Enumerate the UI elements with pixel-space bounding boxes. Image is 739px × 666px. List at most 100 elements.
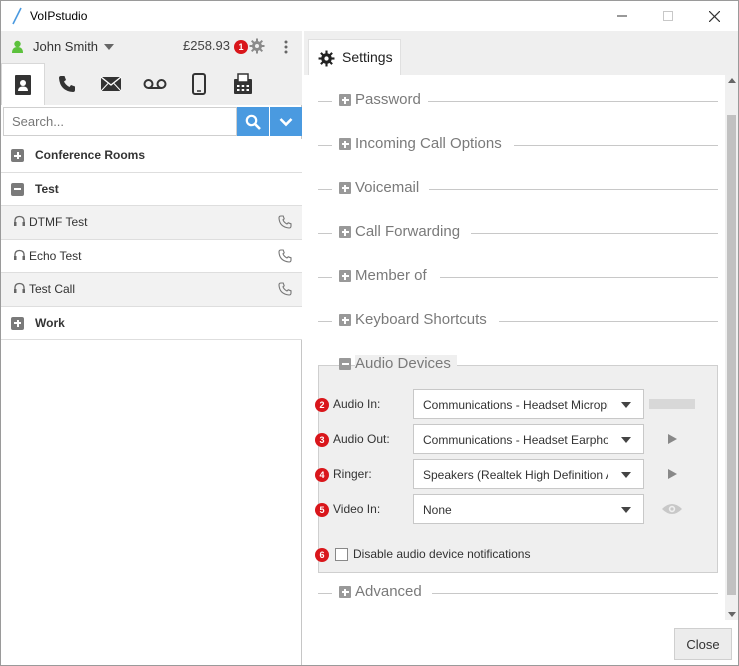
ringer-select[interactable]: Speakers (Realtek High Definition Audio)	[413, 459, 644, 489]
contact-name: Echo Test	[29, 248, 82, 263]
section-title: Audio Devices	[355, 355, 457, 372]
section-incoming-call-options[interactable]: Incoming Call Options	[318, 133, 718, 157]
eye-icon[interactable]	[661, 502, 683, 516]
expand-icon[interactable]	[339, 138, 351, 150]
callout-badge-1: 1	[234, 40, 248, 54]
callout-badge-5: 5	[315, 503, 329, 517]
tab-messages[interactable]	[89, 63, 133, 105]
call-icon[interactable]	[278, 248, 292, 263]
search-icon	[245, 114, 261, 130]
group-row-conference-rooms[interactable]: Conference Rooms	[1, 139, 302, 173]
contact-row-dtmf-test[interactable]: DTMF Test	[1, 206, 302, 240]
window-title: VoIPstudio	[30, 9, 88, 23]
section-voicemail[interactable]: Voicemail	[318, 177, 718, 201]
expand-icon[interactable]	[339, 270, 351, 282]
group-label: Work	[35, 315, 65, 330]
minimize-icon	[617, 15, 627, 17]
scroll-down-icon[interactable]	[728, 612, 736, 617]
tab-settings[interactable]: Settings	[308, 39, 401, 75]
contact-row-echo-test[interactable]: Echo Test	[1, 239, 302, 273]
close-window-button[interactable]	[691, 1, 737, 31]
presence-icon[interactable]	[11, 40, 24, 53]
callout-badge-4: 4	[315, 468, 329, 482]
call-icon[interactable]	[278, 215, 292, 229]
disable-notifications-row: 6 Disable audio device notifications	[315, 546, 719, 566]
section-audio-devices[interactable]: Audio Devices	[318, 353, 718, 377]
expand-icon[interactable]	[339, 94, 351, 106]
audio-out-select[interactable]: Communications - Headset Earphone	[413, 424, 644, 454]
tab-voicemail[interactable]	[133, 63, 177, 105]
expand-icon[interactable]	[11, 149, 24, 162]
section-advanced[interactable]: Advanced	[318, 581, 718, 605]
headset-icon	[14, 249, 25, 260]
chevron-down-icon	[279, 117, 293, 126]
account-balance: £258.93	[183, 38, 230, 53]
play-icon[interactable]	[668, 469, 677, 479]
contact-name: DTMF Test	[29, 215, 88, 229]
app-window: VoIPstudio John Smith £258.93 1 Search..…	[0, 0, 739, 666]
settings-tab-label: Settings	[342, 49, 393, 65]
section-member-of[interactable]: Member of	[318, 265, 718, 289]
ringer-value: Speakers (Realtek High Definition Audio)	[423, 468, 608, 482]
mobile-icon	[192, 73, 206, 95]
search-button[interactable]	[237, 107, 269, 136]
chevron-down-icon	[621, 402, 631, 408]
contact-list: Conference Rooms Test DTMF Test Echo Tes…	[1, 139, 302, 340]
section-password[interactable]: Password	[318, 89, 718, 113]
user-name[interactable]: John Smith	[33, 39, 98, 54]
group-label: Test	[35, 181, 59, 196]
expand-icon[interactable]	[11, 316, 24, 330]
video-in-label: Video In:	[333, 502, 381, 516]
section-keyboard-shortcuts[interactable]: Keyboard Shortcuts	[318, 309, 718, 333]
tab-calls[interactable]	[45, 63, 89, 105]
call-icon[interactable]	[278, 282, 292, 296]
user-menu-caret-icon[interactable]	[104, 44, 114, 50]
group-row-test[interactable]: Test	[1, 172, 302, 206]
expand-icon[interactable]	[339, 226, 351, 238]
expand-icon[interactable]	[339, 314, 351, 326]
contact-name: Test Call	[29, 282, 76, 296]
tab-mobile[interactable]	[177, 63, 221, 105]
group-label: Conference Rooms	[35, 148, 146, 162]
collapse-icon[interactable]	[339, 358, 351, 370]
fax-icon	[234, 73, 252, 94]
audio-in-select[interactable]: Communications - Headset Microphone	[413, 389, 644, 419]
settings-scrollbar[interactable]	[725, 75, 738, 620]
search-options-button[interactable]	[270, 107, 302, 136]
scroll-up-icon[interactable]	[728, 78, 736, 83]
collapse-icon[interactable]	[11, 182, 24, 196]
disable-notifications-checkbox[interactable]	[335, 548, 348, 561]
group-row-work[interactable]: Work	[1, 306, 302, 340]
expand-icon[interactable]	[339, 586, 351, 598]
tab-fax[interactable]	[221, 63, 265, 105]
audio-out-row: 3 Audio Out: Communications - Headset Ea…	[315, 424, 719, 456]
maximize-icon	[663, 11, 673, 21]
user-bar: John Smith £258.93 1	[1, 31, 302, 63]
maximize-button[interactable]	[645, 1, 691, 31]
chevron-down-icon	[621, 507, 631, 513]
section-title: Voicemail	[355, 179, 426, 196]
callout-badge-6: 6	[315, 548, 329, 562]
disable-notifications-label[interactable]: Disable audio device notifications	[353, 547, 530, 561]
audio-in-row: 2 Audio In: Communications - Headset Mic…	[315, 389, 719, 421]
section-title: Call Forwarding	[355, 223, 467, 240]
audio-devices-panel: 2 Audio In: Communications - Headset Mic…	[315, 365, 719, 573]
audio-in-value: Communications - Headset Microphone	[423, 398, 608, 412]
video-in-select[interactable]: None	[413, 494, 644, 524]
minimize-button[interactable]	[599, 1, 645, 31]
audio-out-label: Audio Out:	[333, 432, 390, 446]
search-input[interactable]	[3, 107, 237, 136]
scroll-thumb[interactable]	[727, 115, 736, 595]
contact-row-test-call[interactable]: Test Call	[1, 273, 302, 307]
main-tabs	[1, 63, 302, 105]
section-title: Member of	[355, 267, 433, 284]
close-button[interactable]: Close	[674, 628, 732, 660]
expand-icon[interactable]	[339, 182, 351, 194]
play-icon[interactable]	[668, 434, 677, 444]
tab-contacts[interactable]	[1, 63, 45, 105]
callout-badge-2: 2	[315, 398, 329, 412]
section-call-forwarding[interactable]: Call Forwarding	[318, 221, 718, 245]
gear-icon[interactable]	[249, 38, 265, 54]
headset-icon	[14, 215, 25, 226]
more-menu-icon[interactable]	[281, 39, 291, 55]
